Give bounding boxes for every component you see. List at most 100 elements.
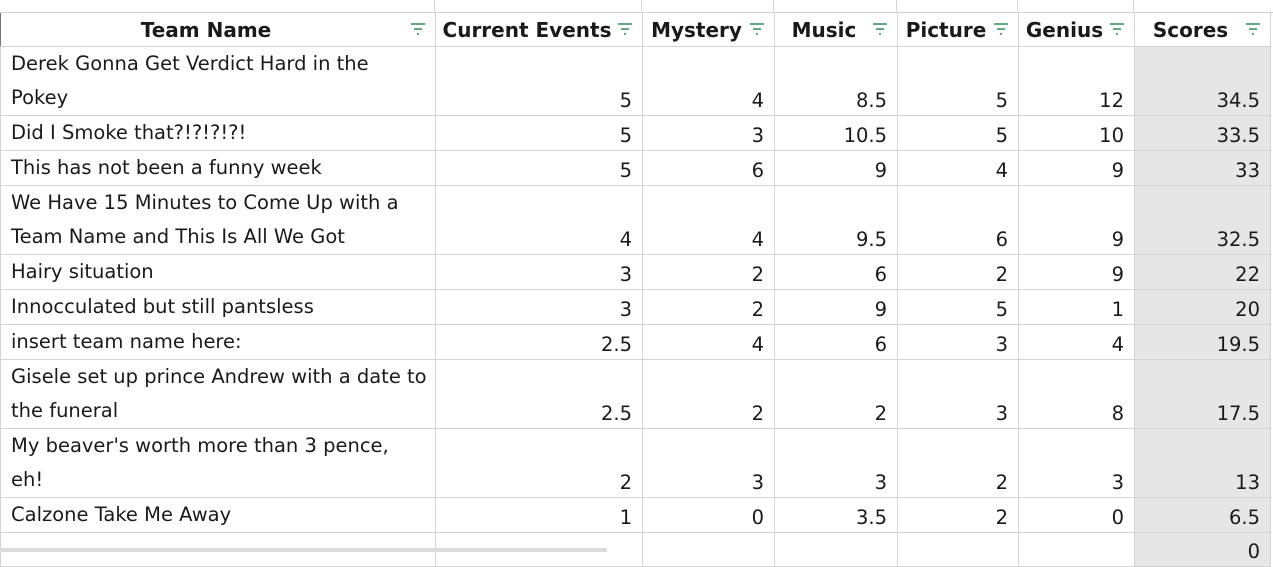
score-cell[interactable]: 17.5 bbox=[1134, 359, 1271, 429]
genius-cell[interactable]: 0 bbox=[1018, 497, 1135, 533]
mystery-cell[interactable]: 2 bbox=[642, 359, 775, 429]
header-label: Scores bbox=[1152, 17, 1229, 42]
header-scores[interactable]: Scores bbox=[1134, 12, 1271, 47]
header-current-events[interactable]: Current Events bbox=[435, 12, 643, 47]
score-cell[interactable]: 6.5 bbox=[1134, 497, 1271, 533]
picture-cell[interactable]: 5 bbox=[897, 289, 1019, 325]
filter-funnel-icon[interactable] bbox=[1244, 20, 1262, 38]
team-name-cell[interactable]: Hairy situation bbox=[0, 254, 436, 290]
picture-cell[interactable]: 5 bbox=[897, 115, 1019, 151]
score-cell[interactable]: 0 bbox=[1134, 532, 1271, 567]
team-name-cell[interactable]: Calzone Take Me Away bbox=[0, 497, 436, 533]
genius-cell[interactable]: 8 bbox=[1018, 359, 1135, 429]
picture-cell[interactable]: 5 bbox=[897, 46, 1019, 116]
team-name-cell[interactable]: My beaver's worth more than 3 pence, eh! bbox=[0, 428, 436, 498]
team-name-cell[interactable]: Did I Smoke that?!?!?!?! bbox=[0, 115, 436, 151]
team-name-cell[interactable]: insert team name here: bbox=[0, 324, 436, 360]
current-events-cell[interactable]: 3 bbox=[435, 289, 643, 325]
mystery-cell[interactable]: 6 bbox=[642, 150, 775, 186]
mystery-cell[interactable]: 3 bbox=[642, 115, 775, 151]
current-events-cell[interactable]: 2 bbox=[435, 428, 643, 498]
genius-cell[interactable]: 3 bbox=[1018, 428, 1135, 498]
score-cell[interactable]: 34.5 bbox=[1134, 46, 1271, 116]
music-cell[interactable]: 9.5 bbox=[774, 185, 898, 255]
filter-funnel-icon[interactable] bbox=[992, 20, 1010, 38]
filter-funnel-icon[interactable] bbox=[1108, 20, 1126, 38]
current-events-cell[interactable]: 4 bbox=[435, 185, 643, 255]
team-name-cell[interactable]: This has not been a funny week bbox=[0, 150, 436, 186]
mystery-cell[interactable]: 2 bbox=[642, 289, 775, 325]
table-row: Innocculated but still pantsless 3 2 9 5… bbox=[0, 289, 1271, 325]
header-label: Team Name bbox=[140, 17, 272, 42]
table-row: Derek Gonna Get Verdict Hard in the Poke… bbox=[0, 46, 1271, 116]
team-name-cell[interactable]: We Have 15 Minutes to Come Up with a Tea… bbox=[0, 185, 436, 255]
team-name-cell[interactable]: Gisele set up prince Andrew with a date … bbox=[0, 359, 436, 429]
mystery-cell[interactable]: 2 bbox=[642, 254, 775, 290]
current-events-cell[interactable]: 5 bbox=[435, 150, 643, 186]
mystery-cell[interactable]: 0 bbox=[642, 497, 775, 533]
genius-cell[interactable]: 9 bbox=[1018, 150, 1135, 186]
horizontal-scrollbar[interactable] bbox=[0, 548, 607, 552]
score-cell[interactable]: 33.5 bbox=[1134, 115, 1271, 151]
header-label: Picture bbox=[905, 17, 987, 42]
scores-table: Team Name Current Events Mystery Music P… bbox=[0, 12, 1271, 567]
music-cell[interactable]: 6 bbox=[774, 254, 898, 290]
current-events-cell[interactable]: 3 bbox=[435, 254, 643, 290]
music-cell[interactable]: 3.5 bbox=[774, 497, 898, 533]
music-cell[interactable]: 9 bbox=[774, 150, 898, 186]
music-cell[interactable]: 9 bbox=[774, 289, 898, 325]
score-cell[interactable]: 19.5 bbox=[1134, 324, 1271, 360]
score-cell[interactable]: 22 bbox=[1134, 254, 1271, 290]
picture-cell[interactable]: 2 bbox=[897, 497, 1019, 533]
current-events-cell[interactable]: 2.5 bbox=[435, 324, 643, 360]
score-cell[interactable]: 13 bbox=[1134, 428, 1271, 498]
current-events-cell[interactable]: 2.5 bbox=[435, 359, 643, 429]
mystery-cell[interactable]: 4 bbox=[642, 185, 775, 255]
filter-funnel-icon[interactable] bbox=[748, 20, 766, 38]
picture-cell[interactable]: 2 bbox=[897, 428, 1019, 498]
genius-cell[interactable]: 9 bbox=[1018, 254, 1135, 290]
genius-cell[interactable]: 12 bbox=[1018, 46, 1135, 116]
filter-funnel-icon[interactable] bbox=[871, 20, 889, 38]
team-name-cell[interactable]: Innocculated but still pantsless bbox=[0, 289, 436, 325]
filter-funnel-icon[interactable] bbox=[409, 20, 427, 38]
mystery-cell[interactable]: 4 bbox=[642, 46, 775, 116]
music-cell[interactable]: 8.5 bbox=[774, 46, 898, 116]
score-cell[interactable]: 20 bbox=[1134, 289, 1271, 325]
music-cell[interactable]: 3 bbox=[774, 428, 898, 498]
spreadsheet-grid: Team Name Current Events Mystery Music P… bbox=[0, 0, 1273, 567]
music-cell[interactable]: 10.5 bbox=[774, 115, 898, 151]
header-team-name[interactable]: Team Name bbox=[0, 12, 436, 47]
mystery-cell[interactable]: 4 bbox=[642, 324, 775, 360]
table-row: This has not been a funny week 5 6 9 4 9… bbox=[0, 150, 1271, 186]
genius-cell[interactable]: 9 bbox=[1018, 185, 1135, 255]
mystery-cell[interactable] bbox=[642, 532, 775, 567]
score-cell[interactable]: 33 bbox=[1134, 150, 1271, 186]
table-row: Hairy situation 3 2 6 2 9 22 bbox=[0, 254, 1271, 290]
genius-cell[interactable]: 10 bbox=[1018, 115, 1135, 151]
header-genius[interactable]: Genius bbox=[1018, 12, 1135, 47]
header-music[interactable]: Music bbox=[774, 12, 898, 47]
filter-funnel-icon[interactable] bbox=[616, 20, 634, 38]
header-mystery[interactable]: Mystery bbox=[642, 12, 775, 47]
current-events-cell[interactable]: 5 bbox=[435, 115, 643, 151]
picture-cell[interactable]: 3 bbox=[897, 359, 1019, 429]
mystery-cell[interactable]: 3 bbox=[642, 428, 775, 498]
header-picture[interactable]: Picture bbox=[897, 12, 1019, 47]
picture-cell[interactable] bbox=[897, 532, 1019, 567]
team-name-cell[interactable]: Derek Gonna Get Verdict Hard in the Poke… bbox=[0, 46, 436, 116]
genius-cell[interactable] bbox=[1018, 532, 1135, 567]
music-cell[interactable]: 2 bbox=[774, 359, 898, 429]
music-cell[interactable]: 6 bbox=[774, 324, 898, 360]
picture-cell[interactable]: 4 bbox=[897, 150, 1019, 186]
picture-cell[interactable]: 6 bbox=[897, 185, 1019, 255]
picture-cell[interactable]: 2 bbox=[897, 254, 1019, 290]
table-row: Gisele set up prince Andrew with a date … bbox=[0, 359, 1271, 429]
music-cell[interactable] bbox=[774, 532, 898, 567]
score-cell[interactable]: 32.5 bbox=[1134, 185, 1271, 255]
current-events-cell[interactable]: 5 bbox=[435, 46, 643, 116]
genius-cell[interactable]: 1 bbox=[1018, 289, 1135, 325]
genius-cell[interactable]: 4 bbox=[1018, 324, 1135, 360]
current-events-cell[interactable]: 1 bbox=[435, 497, 643, 533]
picture-cell[interactable]: 3 bbox=[897, 324, 1019, 360]
